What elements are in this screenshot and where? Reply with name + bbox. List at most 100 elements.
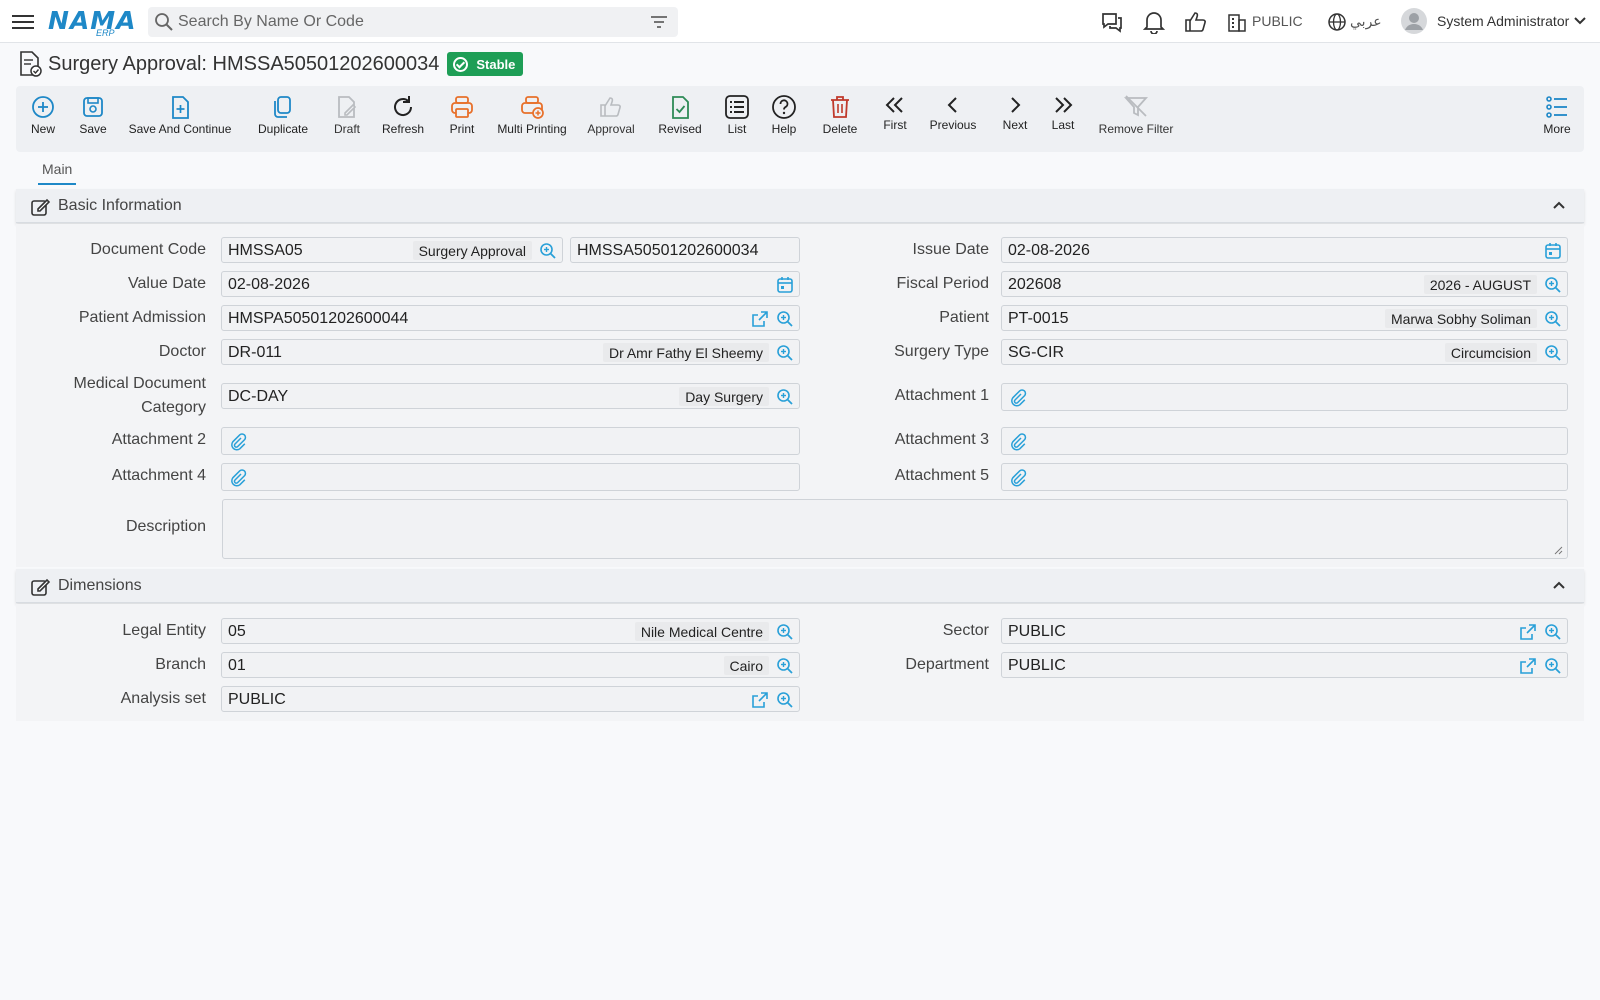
analysis-set-field[interactable]: PUBLIC: [221, 686, 800, 712]
building-icon[interactable]: [1227, 12, 1247, 32]
doctor-label: Doctor: [158, 343, 206, 360]
external-link-icon[interactable]: [1519, 657, 1537, 675]
search-plus-icon[interactable]: [776, 623, 794, 641]
next-button[interactable]: Next: [1000, 86, 1030, 152]
search-plus-icon[interactable]: [776, 310, 794, 328]
revised-button[interactable]: Revised: [656, 86, 704, 152]
save-and-continue-button[interactable]: Save And Continue: [128, 86, 232, 152]
save-button[interactable]: Save: [76, 86, 110, 152]
document-number-field[interactable]: HMSSA50501202600034: [570, 237, 800, 263]
chat-icon[interactable]: [1100, 10, 1124, 34]
search-plus-icon[interactable]: [1544, 276, 1562, 294]
search-plus-icon[interactable]: [539, 242, 557, 260]
paperclip-icon[interactable]: [229, 469, 247, 487]
issue-date-field[interactable]: 02-08-2026: [1001, 237, 1568, 263]
surgery-type-field[interactable]: SG-CIR Circumcision: [1001, 339, 1568, 365]
medical-document-category-field[interactable]: DC-DAY Day Surgery: [221, 383, 800, 409]
department-value: PUBLIC: [1008, 657, 1066, 674]
legal-entity-field[interactable]: 05 Nile Medical Centre: [221, 618, 800, 644]
patient-admission-field[interactable]: HMSPA50501202600044: [221, 305, 800, 331]
logo[interactable]: NAMA ERP: [48, 6, 136, 38]
approval-button[interactable]: Approval: [586, 86, 636, 152]
description-label: Description: [125, 518, 206, 535]
external-link-icon[interactable]: [751, 310, 769, 328]
paperclip-icon[interactable]: [1009, 389, 1027, 407]
first-label: First: [883, 118, 907, 132]
patient-field[interactable]: PT-0015 Marwa Sobhy Soliman: [1001, 305, 1568, 331]
attachment-1-field[interactable]: [1001, 383, 1568, 411]
resize-handle-icon[interactable]: [1553, 545, 1563, 555]
attachment-4-field[interactable]: [221, 463, 800, 491]
calendar-icon[interactable]: [776, 276, 794, 294]
calendar-icon[interactable]: [1544, 242, 1562, 260]
list-button[interactable]: List: [724, 86, 750, 152]
basic-information-header[interactable]: Basic Information: [16, 189, 1584, 223]
search-plus-icon[interactable]: [1544, 623, 1562, 641]
sector-field[interactable]: PUBLIC: [1001, 618, 1568, 644]
paperclip-icon[interactable]: [229, 433, 247, 451]
help-label: Help: [771, 122, 797, 136]
value-date-value: 02-08-2026: [228, 276, 310, 293]
dimensions-header[interactable]: Dimensions: [16, 569, 1584, 603]
remove-filter-button[interactable]: Remove Filter: [1096, 86, 1176, 152]
search-box: [148, 7, 678, 37]
search-input[interactable]: [178, 11, 638, 33]
analysis-set-value: PUBLIC: [228, 691, 286, 708]
delete-button[interactable]: Delete: [822, 86, 858, 152]
status-badge: Stable: [447, 52, 524, 76]
menu-icon[interactable]: [12, 11, 34, 31]
last-button[interactable]: Last: [1048, 86, 1078, 152]
doctor-field[interactable]: DR-011 Dr Amr Fathy El Sheemy: [221, 339, 800, 365]
globe-icon[interactable]: [1327, 12, 1347, 32]
tab-main[interactable]: Main: [38, 155, 77, 185]
save-and-continue-label: Save And Continue: [128, 122, 232, 136]
value-date-field[interactable]: 02-08-2026: [221, 271, 800, 297]
previous-button[interactable]: Previous: [928, 86, 978, 152]
search-plus-icon[interactable]: [776, 691, 794, 709]
description-textarea[interactable]: [222, 499, 1568, 559]
more-button[interactable]: More: [1540, 86, 1574, 152]
paperclip-icon[interactable]: [1009, 433, 1027, 451]
external-link-icon[interactable]: [751, 691, 769, 709]
search-plus-icon[interactable]: [776, 344, 794, 362]
search-plus-icon[interactable]: [776, 657, 794, 675]
search-plus-icon[interactable]: [1544, 344, 1562, 362]
paperclip-icon[interactable]: [1009, 469, 1027, 487]
new-label: New: [30, 122, 55, 136]
fiscal-period-field[interactable]: 202608 2026 - AUGUST: [1001, 271, 1568, 297]
draft-button[interactable]: Draft: [330, 86, 364, 152]
document-code-field[interactable]: HMSSA05 Surgery Approval: [221, 237, 563, 263]
avatar[interactable]: [1401, 8, 1427, 34]
thumbs-up-icon[interactable]: [1184, 10, 1208, 34]
search-plus-icon[interactable]: [1544, 310, 1562, 328]
print-button[interactable]: Print: [446, 86, 478, 152]
attachment-3-field[interactable]: [1001, 427, 1568, 455]
branch-field[interactable]: 01 Cairo: [221, 652, 800, 678]
notification-bell-icon[interactable]: [1143, 10, 1165, 34]
user-name[interactable]: System Administrator: [1437, 13, 1569, 29]
multi-printing-button[interactable]: Multi Printing: [496, 86, 568, 152]
refresh-button[interactable]: Refresh: [380, 86, 426, 152]
chevron-up-icon[interactable]: [1552, 200, 1566, 210]
duplicate-button[interactable]: Duplicate: [256, 86, 310, 152]
document-code-value: HMSSA05: [228, 242, 303, 259]
filter-icon[interactable]: [650, 15, 668, 29]
delete-label: Delete: [822, 122, 858, 136]
search-plus-icon[interactable]: [1544, 657, 1562, 675]
sector-label[interactable]: PUBLIC: [1252, 13, 1303, 29]
document-number-value: HMSSA50501202600034: [577, 242, 759, 259]
language-switch[interactable]: عربي: [1350, 13, 1382, 30]
help-button[interactable]: Help: [770, 86, 798, 152]
attachment-2-field[interactable]: [221, 427, 800, 455]
document-approval-icon: [20, 51, 42, 77]
department-field[interactable]: PUBLIC: [1001, 652, 1568, 678]
patient-admission-value: HMSPA50501202600044: [228, 310, 409, 327]
first-button[interactable]: First: [880, 86, 910, 152]
chevron-down-icon[interactable]: [1574, 16, 1586, 26]
chevron-up-icon[interactable]: [1552, 580, 1566, 590]
attachment-5-field[interactable]: [1001, 463, 1568, 491]
search-plus-icon[interactable]: [776, 388, 794, 406]
status-label: Stable: [476, 56, 516, 72]
new-button[interactable]: New: [28, 86, 58, 152]
external-link-icon[interactable]: [1519, 623, 1537, 641]
